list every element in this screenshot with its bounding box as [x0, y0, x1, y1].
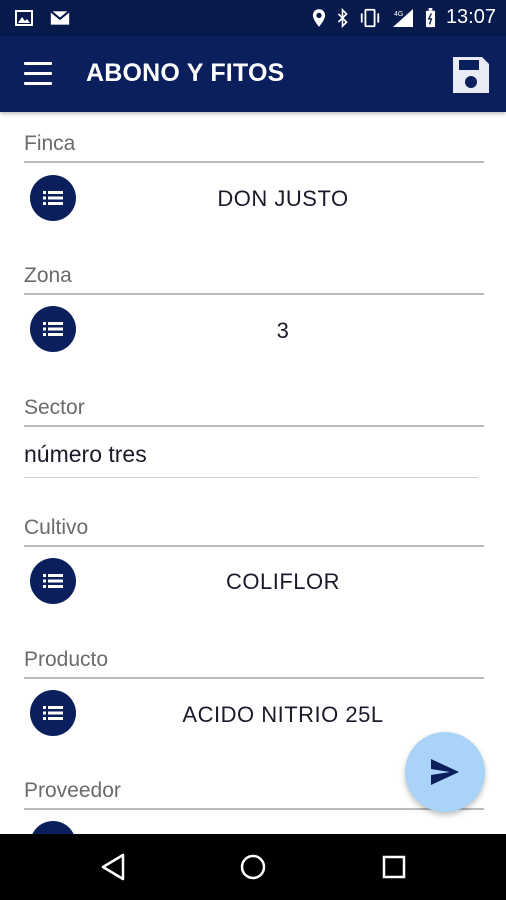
- battery-icon: [425, 7, 435, 27]
- floppy-disk-icon[interactable]: [450, 54, 492, 96]
- zona-picker-button[interactable]: [30, 306, 76, 352]
- cultivo-label: Cultivo: [24, 516, 89, 539]
- list-icon: [43, 574, 63, 588]
- list-icon: [43, 322, 63, 336]
- finca-picker-button[interactable]: [30, 175, 76, 221]
- producto-value: ACIDO NITRIO 25L: [182, 702, 384, 727]
- list-icon: [43, 191, 63, 205]
- recents-square-icon[interactable]: [379, 852, 409, 882]
- back-triangle-icon[interactable]: [99, 852, 129, 882]
- divider: [24, 808, 484, 810]
- finca-value: DON JUSTO: [217, 186, 349, 211]
- form-content: Finca DON JUSTO Zona 3 Sector Cultivo CO…: [0, 112, 506, 834]
- sector-input-underline: [24, 477, 478, 478]
- gmail-icon: [50, 10, 70, 25]
- hamburger-menu-icon[interactable]: [24, 62, 54, 86]
- system-nav-bar: [0, 834, 506, 900]
- send-icon: [431, 759, 459, 785]
- producto-label: Producto: [24, 648, 109, 671]
- status-time: 13:07: [445, 6, 496, 28]
- divider: [24, 161, 484, 163]
- home-circle-icon[interactable]: [238, 852, 268, 882]
- proveedor-picker-button[interactable]: [30, 821, 76, 834]
- divider: [24, 425, 484, 427]
- zona-label: Zona: [24, 264, 72, 287]
- cultivo-picker-button[interactable]: [30, 558, 76, 604]
- finca-label: Finca: [24, 132, 76, 155]
- image-icon: [15, 10, 33, 26]
- svg-text:4G: 4G: [394, 11, 403, 18]
- signal-4g-icon: 4G: [392, 8, 413, 27]
- status-bar: 4G 13:07: [0, 0, 506, 36]
- sector-input[interactable]: [24, 434, 478, 474]
- app-bar: ABONO Y FITOS: [0, 36, 506, 112]
- cultivo-value: COLIFLOR: [225, 569, 341, 594]
- sector-label: Sector: [24, 396, 85, 419]
- send-button[interactable]: [405, 732, 485, 812]
- producto-picker-button[interactable]: [30, 690, 76, 736]
- bluetooth-icon: [337, 7, 348, 28]
- divider: [24, 545, 484, 547]
- divider: [24, 293, 484, 295]
- divider: [24, 677, 484, 679]
- location-icon: [312, 8, 326, 27]
- vibrate-icon: [360, 8, 380, 27]
- list-icon: [43, 706, 63, 720]
- zona-value: 3: [276, 318, 290, 343]
- page-title: ABONO Y FITOS: [86, 59, 285, 87]
- proveedor-label: Proveedor: [24, 779, 121, 802]
